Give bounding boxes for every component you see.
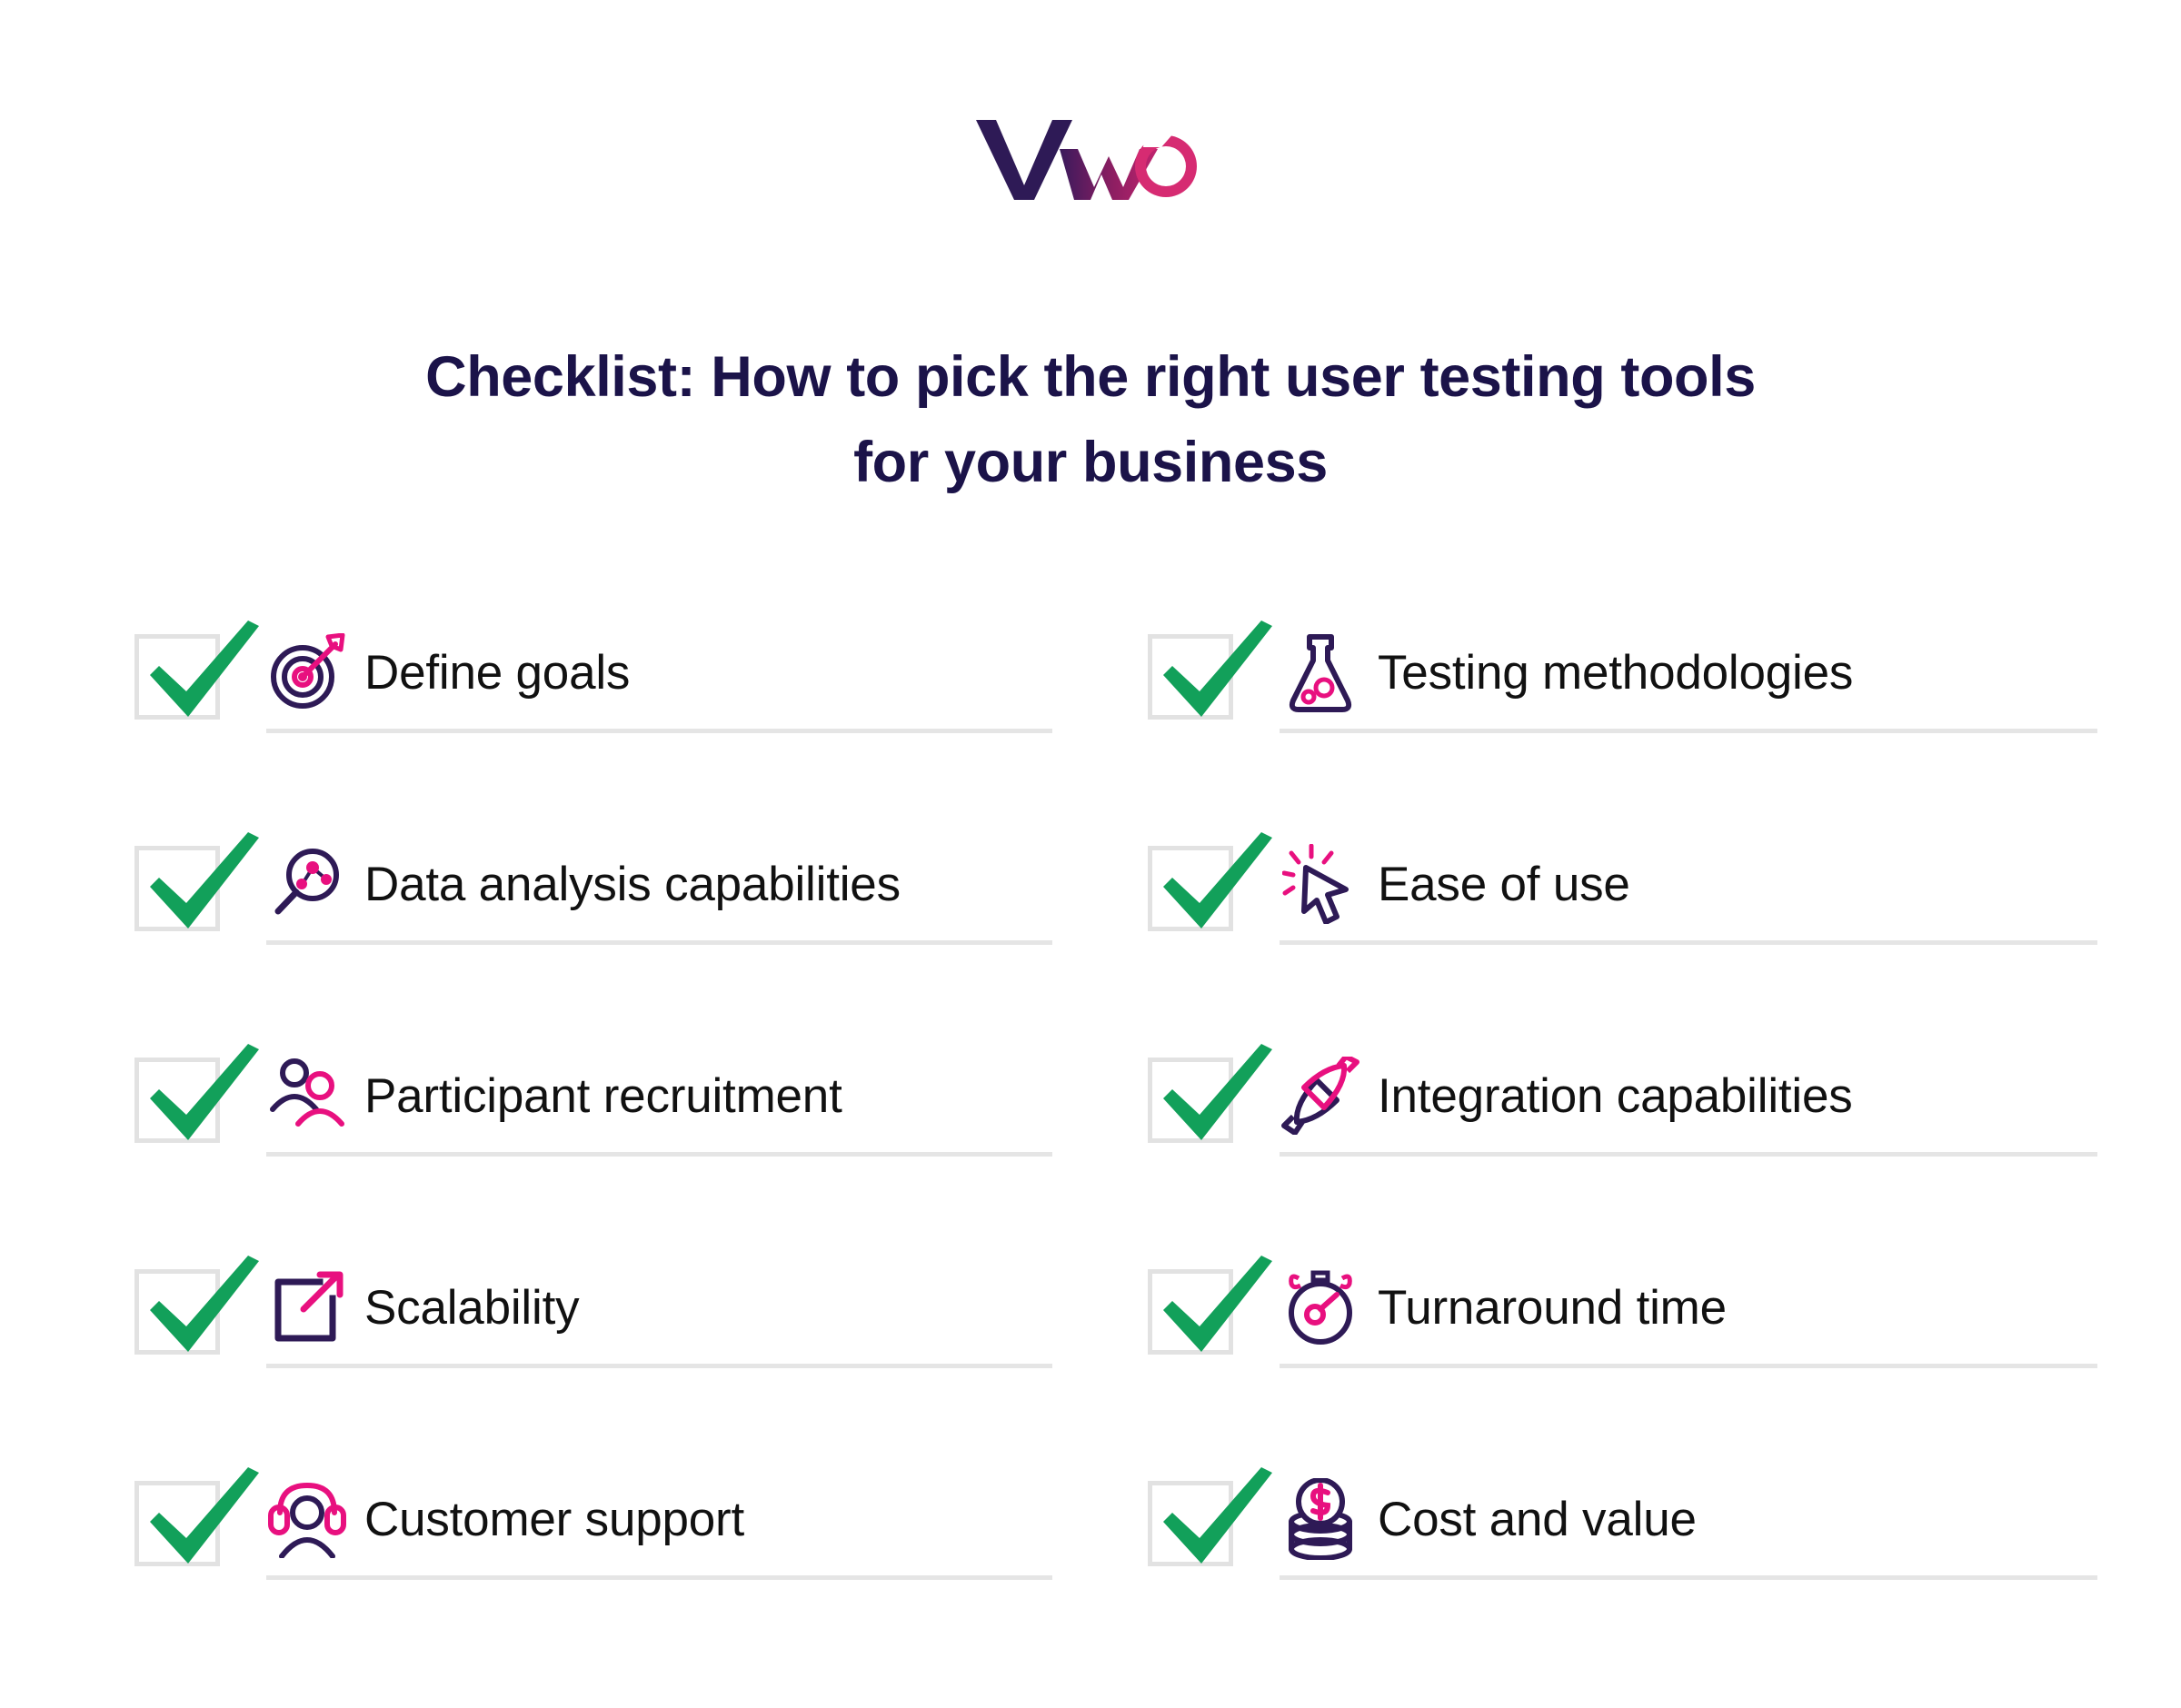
magnifier-data-icon bbox=[266, 839, 348, 929]
checklist-label: Customer support bbox=[364, 1492, 745, 1546]
check-icon bbox=[1163, 832, 1272, 928]
checkbox-data-analysis-capabilities[interactable] bbox=[134, 832, 259, 931]
vwo-logo-icon bbox=[976, 120, 1197, 200]
checkbox-ease-of-use[interactable] bbox=[1148, 832, 1272, 931]
check-icon bbox=[150, 621, 259, 717]
coin-stack-dollar-icon bbox=[1280, 1474, 1361, 1564]
checklist-label: Ease of use bbox=[1378, 857, 1630, 911]
checkbox-participant-recruitment[interactable] bbox=[134, 1044, 259, 1143]
checklist-item-customer-support[interactable]: Customer support bbox=[134, 1467, 1148, 1685]
row-divider bbox=[266, 729, 1052, 733]
checklist-item-testing-methodologies[interactable]: Testing methodologies bbox=[1148, 621, 2161, 839]
headset-person-icon bbox=[266, 1474, 348, 1564]
stopwatch-icon bbox=[1280, 1262, 1361, 1353]
two-people-icon bbox=[266, 1050, 348, 1141]
check-icon bbox=[1163, 621, 1272, 717]
checklist-item-data-analysis-capabilities[interactable]: Data analysis capabilities bbox=[134, 832, 1148, 1050]
checkbox-testing-methodologies[interactable] bbox=[1148, 621, 1272, 720]
checklist-item-turnaround-time[interactable]: Turnaround time bbox=[1148, 1256, 2161, 1474]
check-icon bbox=[150, 832, 259, 928]
checklist-item-define-goals[interactable]: Define goals bbox=[134, 621, 1148, 839]
row-divider bbox=[1280, 1152, 2097, 1157]
checklist-label: Integration capabilities bbox=[1378, 1068, 1853, 1123]
row-divider bbox=[266, 1152, 1052, 1157]
flask-icon bbox=[1280, 627, 1361, 718]
checklist-item-scalability[interactable]: Scalability bbox=[134, 1256, 1148, 1474]
checkbox-integration-capabilities[interactable] bbox=[1148, 1044, 1272, 1143]
checkbox-customer-support[interactable] bbox=[134, 1467, 259, 1566]
cursor-click-icon bbox=[1280, 839, 1361, 929]
checklist-label: Testing methodologies bbox=[1378, 645, 1854, 700]
checkbox-cost-and-value[interactable] bbox=[1148, 1467, 1272, 1566]
row-divider bbox=[1280, 729, 2097, 733]
row-divider bbox=[1280, 940, 2097, 945]
check-icon bbox=[150, 1044, 259, 1140]
target-arrow-icon bbox=[266, 627, 348, 718]
checkbox-turnaround-time[interactable] bbox=[1148, 1256, 1272, 1355]
row-divider bbox=[266, 940, 1052, 945]
check-icon bbox=[1163, 1044, 1272, 1140]
checklist-label: Participant recruitment bbox=[364, 1068, 842, 1123]
checklist-label: Data analysis capabilities bbox=[364, 857, 901, 911]
checklist-label: Define goals bbox=[364, 645, 631, 700]
row-divider bbox=[1280, 1364, 2097, 1368]
check-icon bbox=[1163, 1256, 1272, 1352]
row-divider bbox=[1280, 1575, 2097, 1580]
plug-connect-icon bbox=[1280, 1050, 1361, 1141]
check-icon bbox=[150, 1256, 259, 1352]
checklist-item-participant-recruitment[interactable]: Participant recruitment bbox=[134, 1044, 1148, 1262]
page-title-line-1: Checklist: How to pick the right user te… bbox=[425, 345, 1756, 409]
brand-logo bbox=[0, 116, 2181, 204]
checklist-label: Cost and value bbox=[1378, 1492, 1697, 1546]
check-icon bbox=[150, 1467, 259, 1564]
checklist-label: Scalability bbox=[364, 1280, 580, 1335]
checklist-label: Turnaround time bbox=[1378, 1280, 1727, 1335]
checkbox-scalability[interactable] bbox=[134, 1256, 259, 1355]
checklist-item-integration-capabilities[interactable]: Integration capabilities bbox=[1148, 1044, 2161, 1262]
checklist-item-cost-and-value[interactable]: Cost and value bbox=[1148, 1467, 2161, 1685]
page-title-line-2: for your business bbox=[853, 431, 1328, 494]
row-divider bbox=[266, 1575, 1052, 1580]
page-title: Checklist: How to pick the right user te… bbox=[0, 334, 2181, 505]
expand-arrow-square-icon bbox=[266, 1262, 348, 1353]
row-divider bbox=[266, 1364, 1052, 1368]
checklist-grid: Define goals Testing methodologies Data … bbox=[134, 621, 2125, 1685]
checkbox-define-goals[interactable] bbox=[134, 621, 259, 720]
check-icon bbox=[1163, 1467, 1272, 1564]
checklist-item-ease-of-use[interactable]: Ease of use bbox=[1148, 832, 2161, 1050]
